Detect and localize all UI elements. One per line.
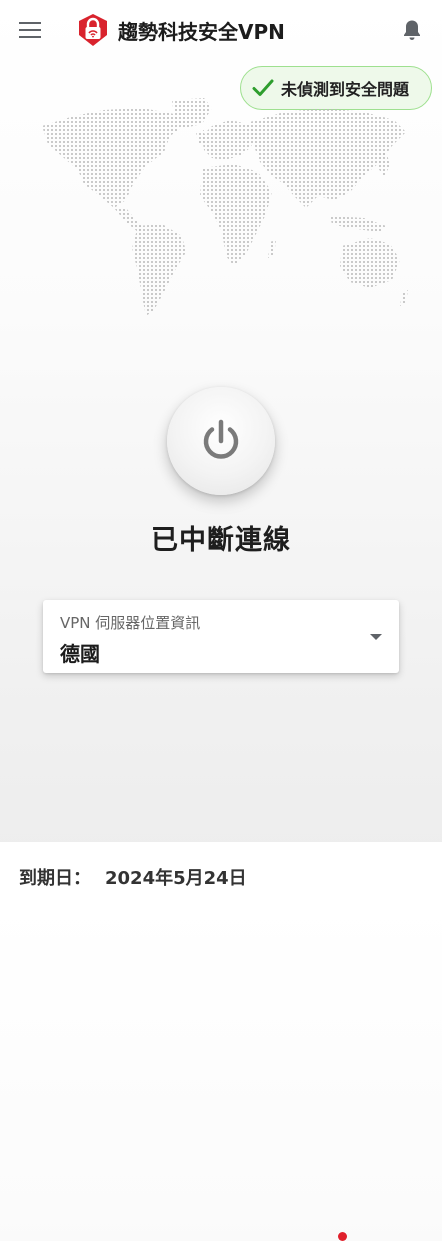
power-icon xyxy=(203,419,239,459)
app-bar: 趨勢科技安全VPN xyxy=(0,0,442,60)
server-location-selector[interactable]: VPN 伺服器位置資訊 德國 xyxy=(43,600,399,1241)
menu-button[interactable] xyxy=(14,16,46,44)
server-location-value: 德國 xyxy=(60,642,100,666)
caret-down-icon xyxy=(370,634,382,640)
world-map xyxy=(42,98,408,316)
server-status-dot xyxy=(338,1232,347,1241)
expiry-date-row: 到期日： 2024年5月24日 xyxy=(19,864,247,890)
server-location-label: VPN 伺服器位置資訊 xyxy=(60,614,201,632)
hamburger-menu-icon xyxy=(19,22,41,38)
notification-button[interactable] xyxy=(398,16,426,44)
connection-status: 已中斷連線 xyxy=(151,525,291,556)
power-button[interactable] xyxy=(167,387,275,495)
app-title: 趨勢科技安全VPN xyxy=(118,20,285,44)
shield-lock-icon xyxy=(79,14,107,46)
bell-icon xyxy=(404,20,420,40)
expiry-date: 2024年5月24日 xyxy=(105,868,247,889)
footer: 到期日： 2024年5月24日 xyxy=(0,842,442,900)
expiry-label: 到期日： xyxy=(19,868,91,889)
